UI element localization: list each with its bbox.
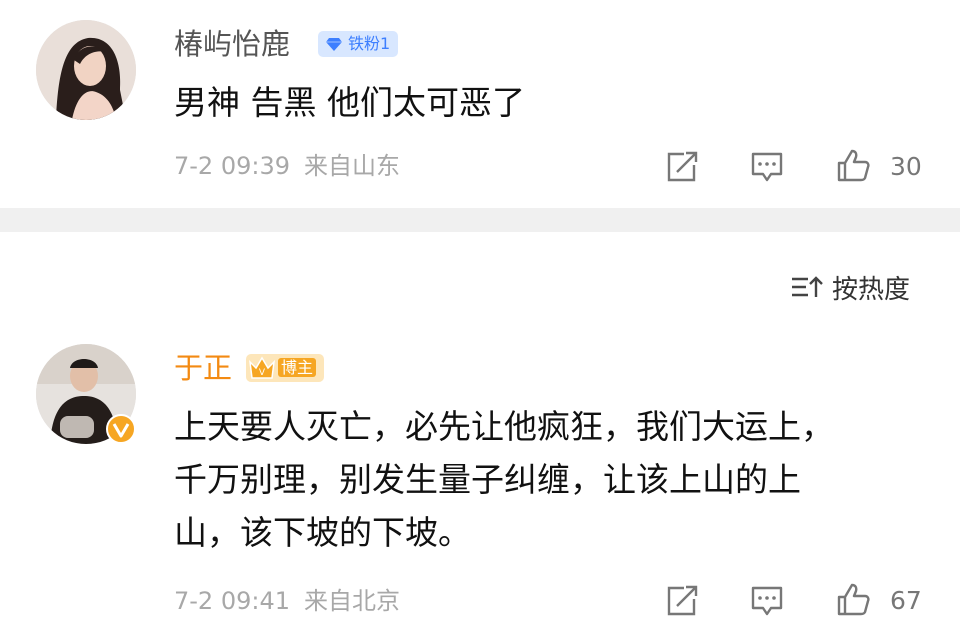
- like-count: 67: [890, 586, 922, 615]
- like-icon[interactable]: [836, 582, 870, 616]
- crown-icon: V: [248, 356, 276, 379]
- comment-text-line: 山，该下坡的下坡。: [174, 513, 471, 552]
- sort-label: 按热度: [832, 274, 911, 305]
- diamond-icon: [326, 38, 342, 51]
- comment-username[interactable]: 椿屿怡鹿: [174, 26, 290, 62]
- sort-icon: [792, 276, 823, 297]
- sort-by-hot-button[interactable]: 按热度: [790, 270, 911, 305]
- comment-text-line: 千万别理，别发生量子纠缠，让该上山的上: [174, 460, 801, 499]
- verified-v-icon: [106, 414, 136, 444]
- avatar[interactable]: [36, 20, 136, 120]
- blogger-badge[interactable]: V 博主: [246, 354, 325, 382]
- comment-username[interactable]: 于正: [174, 350, 232, 386]
- comment-location: 来自山东: [304, 152, 400, 180]
- like-count: 30: [890, 152, 922, 181]
- comment-text-line: 上天要人灭亡，必先让他疯狂，我们大运上，: [174, 407, 834, 446]
- section-separator: [0, 208, 960, 232]
- comment-meta: 7-2 09:39 来自山东: [174, 151, 400, 181]
- fan-badge-label: 铁粉1: [348, 34, 391, 53]
- comment-text: 男神 告黑 他们太可恶了: [174, 83, 525, 122]
- comment-meta: 7-2 09:41 来自北京: [174, 586, 400, 616]
- share-icon[interactable]: [664, 584, 698, 618]
- svg-text:V: V: [259, 368, 266, 378]
- comments-page: 椿屿怡鹿 铁粉1 男神 告黑 他们太可恶了 7-2 09:39 来自山东 30 按…: [0, 0, 960, 632]
- like-icon[interactable]: [836, 148, 870, 182]
- comment-text: 上天要人灭亡，必先让他疯狂，我们大运上， 千万别理，别发生量子纠缠，让该上山的上…: [174, 404, 834, 555]
- comment-location: 来自北京: [304, 587, 400, 615]
- fan-badge[interactable]: 铁粉1: [318, 31, 399, 57]
- comment-time: 7-2 09:39: [174, 152, 290, 180]
- comment-icon[interactable]: [750, 150, 784, 184]
- share-icon[interactable]: [664, 150, 698, 184]
- comment-icon[interactable]: [750, 584, 784, 618]
- blogger-badge-label: 博主: [278, 358, 317, 377]
- comment-time: 7-2 09:41: [174, 587, 290, 615]
- avatar-image: [36, 20, 136, 120]
